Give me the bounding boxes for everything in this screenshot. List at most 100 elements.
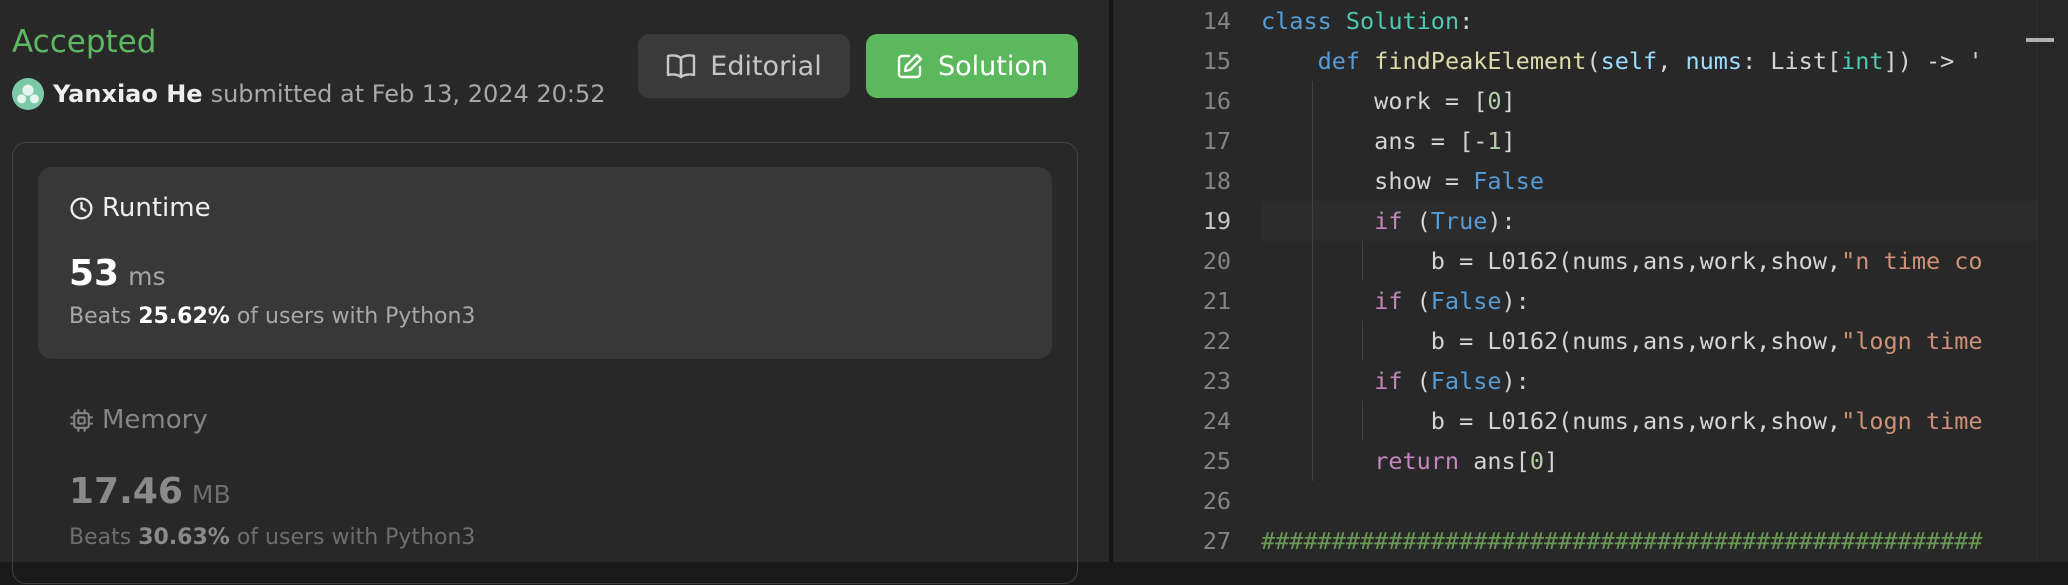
- code-token: (: [1402, 207, 1431, 235]
- code-token: (: [1586, 47, 1601, 75]
- code-token: return: [1374, 447, 1460, 475]
- scrollbar-marker: [2026, 38, 2054, 42]
- line-number[interactable]: 15: [1113, 41, 1231, 81]
- memory-beats-suffix: of users with Python3: [236, 525, 476, 550]
- code-token: False: [1430, 367, 1502, 395]
- editor-scrollbar[interactable]: [2037, 0, 2068, 562]
- code-token: 0: [1529, 447, 1544, 475]
- code-token: b = L0162(nums,ans,work,show,: [1261, 247, 1842, 275]
- code-token: ]: [1501, 87, 1516, 115]
- code-token: True: [1430, 207, 1488, 235]
- code-editor[interactable]: class Solution: def findPeakElement(self…: [1113, 0, 2068, 562]
- chip-icon: [70, 408, 93, 432]
- runtime-value: 53: [69, 253, 120, 294]
- runtime-value-row: 53 ms: [69, 253, 166, 294]
- code-line[interactable]: b = L0162(nums,ans,work,show,"n time co: [1261, 241, 1983, 281]
- memory-beats-prefix: Beats: [69, 525, 132, 550]
- line-number[interactable]: 17: [1113, 121, 1231, 161]
- edit-icon: [897, 53, 923, 79]
- code-token: int: [1841, 47, 1884, 75]
- code-token: ]) -> ': [1883, 47, 1983, 75]
- line-number[interactable]: 20: [1113, 241, 1231, 281]
- stats-container: Runtime 53 ms Beats 25.62% of users with…: [12, 142, 1078, 584]
- editorial-button[interactable]: Editorial: [638, 34, 850, 98]
- code-line[interactable]: work = [0]: [1261, 81, 1516, 121]
- line-number[interactable]: 26: [1113, 481, 1231, 521]
- line-number[interactable]: 19: [1113, 201, 1231, 241]
- code-token: ):: [1501, 367, 1530, 395]
- code-line[interactable]: return ans[0]: [1261, 441, 1558, 481]
- code-line[interactable]: if (False):: [1261, 281, 1530, 321]
- line-number[interactable]: 14: [1113, 1, 1231, 41]
- book-icon: [667, 54, 696, 79]
- submitter-row: Yanxiao He submitted at Feb 13, 2024 20:…: [12, 78, 606, 110]
- code-token: nums: [1685, 47, 1743, 75]
- code-token: :: [1459, 7, 1474, 35]
- line-number[interactable]: 25: [1113, 441, 1231, 481]
- code-token: "logn time: [1841, 327, 1983, 355]
- line-number[interactable]: 23: [1113, 361, 1231, 401]
- solution-button[interactable]: Solution: [866, 34, 1078, 98]
- code-token: False: [1473, 167, 1544, 195]
- code-token: findPeakElement: [1374, 47, 1587, 75]
- code-token: ):: [1501, 287, 1530, 315]
- editorial-label: Editorial: [710, 50, 822, 82]
- runtime-beats-percent: 25.62%: [138, 304, 230, 329]
- code-token: b = L0162(nums,ans,work,show,: [1261, 327, 1842, 355]
- code-token: 1: [1487, 127, 1502, 155]
- memory-card[interactable]: Memory 17.46 MB Beats 30.63% of users wi…: [38, 375, 1052, 585]
- memory-beats: Beats 30.63% of users with Python3: [69, 525, 475, 550]
- runtime-card[interactable]: Runtime 53 ms Beats 25.62% of users with…: [38, 167, 1052, 359]
- runtime-label-row: Runtime: [69, 193, 211, 223]
- code-line[interactable]: ########################################…: [1261, 521, 1983, 561]
- runtime-beats: Beats 25.62% of users with Python3: [69, 304, 475, 329]
- code-line[interactable]: ans = [-1]: [1261, 121, 1516, 161]
- memory-value-row: 17.46 MB: [69, 471, 231, 512]
- code-token: class: [1261, 7, 1332, 35]
- code-token: self: [1600, 47, 1658, 75]
- code-token: ]: [1501, 127, 1516, 155]
- runtime-beats-prefix: Beats: [69, 304, 132, 329]
- code-token: show =: [1261, 167, 1474, 195]
- code-line[interactable]: b = L0162(nums,ans,work,show,"logn time: [1261, 401, 1983, 441]
- line-number[interactable]: 22: [1113, 321, 1231, 361]
- code-line[interactable]: if (False):: [1261, 361, 1530, 401]
- submission-panel: Accepted Yanxiao He submitted at Feb 13,…: [0, 0, 1109, 584]
- code-line[interactable]: def findPeakElement(self, nums: List[int…: [1261, 41, 1983, 81]
- code-line[interactable]: class Solution:: [1261, 1, 1473, 41]
- code-token: : List[: [1742, 47, 1842, 75]
- code-token: ):: [1487, 207, 1516, 235]
- solution-label: Solution: [938, 50, 1048, 82]
- runtime-unit: ms: [128, 262, 166, 291]
- memory-unit: MB: [191, 480, 231, 509]
- line-number[interactable]: 16: [1113, 81, 1231, 121]
- code-token: ########################################…: [1261, 527, 1983, 555]
- code-line[interactable]: show = False: [1261, 161, 1544, 201]
- line-number[interactable]: 24: [1113, 401, 1231, 441]
- clock-icon: [70, 196, 93, 220]
- code-token: False: [1430, 287, 1502, 315]
- submitted-timestamp: submitted at Feb 13, 2024 20:52: [210, 80, 606, 108]
- code-token: ans[: [1459, 447, 1530, 475]
- code-token: (: [1402, 367, 1431, 395]
- code-token: if: [1374, 207, 1403, 235]
- username[interactable]: Yanxiao He: [53, 80, 203, 108]
- code-line[interactable]: if (True):: [1261, 201, 1516, 241]
- line-number[interactable]: 27: [1113, 521, 1231, 561]
- avatar[interactable]: [12, 78, 44, 110]
- code-token: ]: [1543, 447, 1559, 475]
- code-line[interactable]: b = L0162(nums,ans,work,show,"logn time: [1261, 321, 1983, 361]
- line-number[interactable]: 18: [1113, 161, 1231, 201]
- code-token: ans = [-: [1261, 127, 1488, 155]
- status-title: Accepted: [12, 24, 157, 60]
- code-token: if: [1374, 367, 1403, 395]
- line-number[interactable]: 21: [1113, 281, 1231, 321]
- code-token: Solution: [1345, 7, 1460, 35]
